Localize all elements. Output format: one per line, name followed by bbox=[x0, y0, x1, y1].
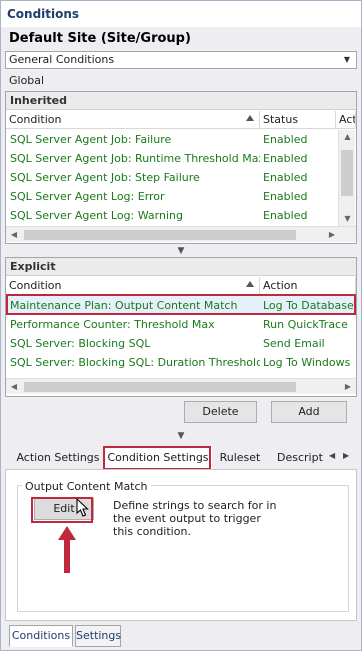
table-row[interactable]: SQL Server Agent Log: Error Enabled bbox=[7, 187, 337, 206]
explicit-horizontal-scrollbar[interactable]: ◀ ▶ bbox=[6, 378, 356, 394]
chevron-down-icon[interactable]: ▼ bbox=[340, 53, 354, 67]
table-row[interactable]: SQL Server Agent Job: Step Failure Enabl… bbox=[7, 168, 337, 187]
action-cell: Log To Windows Ev bbox=[263, 356, 355, 369]
status-cell: Enabled bbox=[263, 209, 308, 222]
sort-ascending-icon bbox=[246, 115, 254, 121]
table-row[interactable]: Performance Counter: Threshold Max Run Q… bbox=[7, 315, 355, 334]
scroll-right-icon[interactable]: ▶ bbox=[340, 379, 356, 395]
tab-ruleset[interactable]: Ruleset bbox=[215, 447, 265, 469]
scroll-up-icon[interactable]: ▲ bbox=[339, 130, 356, 144]
explicit-header-label: Explicit bbox=[10, 260, 56, 273]
condition-cell: SQL Server: Blocking SQL: Duration Thres… bbox=[10, 356, 260, 369]
action-cell: Send Email bbox=[263, 337, 325, 350]
chevron-down-icon[interactable]: ▼ bbox=[1, 430, 361, 442]
column-header-condition[interactable]: Condition bbox=[6, 277, 260, 295]
column-header-action[interactable]: Act bbox=[336, 111, 356, 129]
condition-cell: SQL Server Agent Log: Warning bbox=[10, 209, 183, 222]
explicit-section: Explicit Condition Action Maintenance Pl… bbox=[5, 257, 357, 397]
condition-cell: SQL Server: Blocking SQL bbox=[10, 337, 151, 350]
tab-condition-settings[interactable]: Condition Settings bbox=[104, 447, 212, 469]
settings-tab-bar: Action Settings Condition Settings Rules… bbox=[5, 447, 357, 469]
column-header-label: Condition bbox=[9, 279, 62, 292]
column-header-status[interactable]: Status bbox=[260, 111, 336, 129]
chevron-down-icon[interactable]: ▼ bbox=[1, 245, 361, 257]
site-title: Default Site (Site/Group) bbox=[9, 31, 191, 46]
action-cell: Run QuickTrace bbox=[263, 318, 348, 331]
column-header-action[interactable]: Action bbox=[260, 277, 356, 295]
table-row[interactable]: SQL Server Agent Job: Runtime Threshold … bbox=[7, 149, 337, 168]
condition-cell: SQL Server Agent Log: Error bbox=[10, 190, 165, 203]
add-button[interactable]: Add bbox=[271, 401, 347, 423]
cursor-icon bbox=[76, 497, 89, 517]
tab-description[interactable]: Descripti bbox=[275, 447, 323, 469]
status-cell: Enabled bbox=[263, 152, 308, 165]
scroll-down-icon[interactable]: ▼ bbox=[339, 212, 356, 226]
scope-select[interactable]: General Conditions ▼ bbox=[5, 51, 357, 69]
inherited-horizontal-scrollbar[interactable]: ◀ ▶ bbox=[6, 226, 356, 242]
column-header-label: Status bbox=[263, 113, 299, 126]
inherited-header-label: Inherited bbox=[10, 94, 68, 107]
panel-title-bar: Conditions bbox=[1, 1, 361, 27]
delete-button[interactable]: Delete bbox=[184, 401, 257, 423]
table-row[interactable]: SQL Server Agent Log: Warning Enabled bbox=[7, 206, 337, 225]
status-cell: Enabled bbox=[263, 190, 308, 203]
chevron-right-icon[interactable]: ▶ bbox=[343, 451, 349, 460]
scope-label: Global bbox=[9, 74, 45, 87]
scrollbar-thumb[interactable] bbox=[341, 150, 353, 196]
condition-cell: SQL Server Agent Job: Failure bbox=[10, 133, 172, 146]
chevron-left-icon[interactable]: ◀ bbox=[329, 451, 335, 460]
explicit-header: Explicit bbox=[6, 258, 356, 276]
status-cell: Enabled bbox=[263, 171, 308, 184]
inherited-header: Inherited bbox=[6, 92, 356, 110]
tab-action-settings[interactable]: Action Settings bbox=[13, 447, 103, 469]
sort-ascending-icon bbox=[246, 281, 254, 287]
group-title: Output Content Match bbox=[22, 480, 151, 493]
scope-select-value: General Conditions bbox=[9, 53, 115, 66]
condition-cell: Maintenance Plan: Output Content Match bbox=[10, 299, 238, 312]
table-row[interactable]: SQL Server: Blocking SQL Send Email bbox=[7, 334, 355, 353]
condition-description: Define strings to search for in the even… bbox=[113, 499, 277, 538]
condition-cell: SQL Server Agent Job: Runtime Threshold … bbox=[10, 152, 260, 165]
table-row-selected[interactable]: Maintenance Plan: Output Content Match L… bbox=[7, 296, 355, 315]
column-header-label: Action bbox=[263, 279, 298, 292]
inherited-vertical-scrollbar[interactable]: ▲ ▼ bbox=[338, 130, 355, 226]
inherited-section: Inherited Condition Status Act SQL Serve… bbox=[5, 91, 357, 244]
tab-settings[interactable]: Settings bbox=[75, 625, 121, 647]
condition-cell: SQL Server Agent Job: Step Failure bbox=[10, 171, 200, 184]
panel-title: Conditions bbox=[7, 7, 80, 21]
scrollbar-thumb[interactable] bbox=[24, 382, 296, 392]
column-header-label: Condition bbox=[9, 113, 62, 126]
column-header-condition[interactable]: Condition bbox=[6, 111, 260, 129]
scroll-left-icon[interactable]: ◀ bbox=[6, 227, 22, 243]
conditions-panel: Conditions Default Site (Site/Group) Gen… bbox=[0, 0, 362, 651]
table-row[interactable]: SQL Server Agent Job: Failure Enabled bbox=[7, 130, 337, 149]
status-cell: Enabled bbox=[263, 133, 308, 146]
arrow-up-icon bbox=[58, 526, 76, 573]
tab-conditions[interactable]: Conditions bbox=[9, 625, 73, 647]
scroll-left-icon[interactable]: ◀ bbox=[6, 379, 22, 395]
condition-cell: Performance Counter: Threshold Max bbox=[10, 318, 215, 331]
action-cell: Log To Database bbox=[263, 299, 354, 312]
table-row[interactable]: SQL Server: Blocking SQL: Duration Thres… bbox=[7, 353, 355, 372]
scroll-right-icon[interactable]: ▶ bbox=[324, 227, 340, 243]
scrollbar-thumb[interactable] bbox=[24, 230, 296, 240]
column-header-label: Act bbox=[339, 113, 356, 126]
